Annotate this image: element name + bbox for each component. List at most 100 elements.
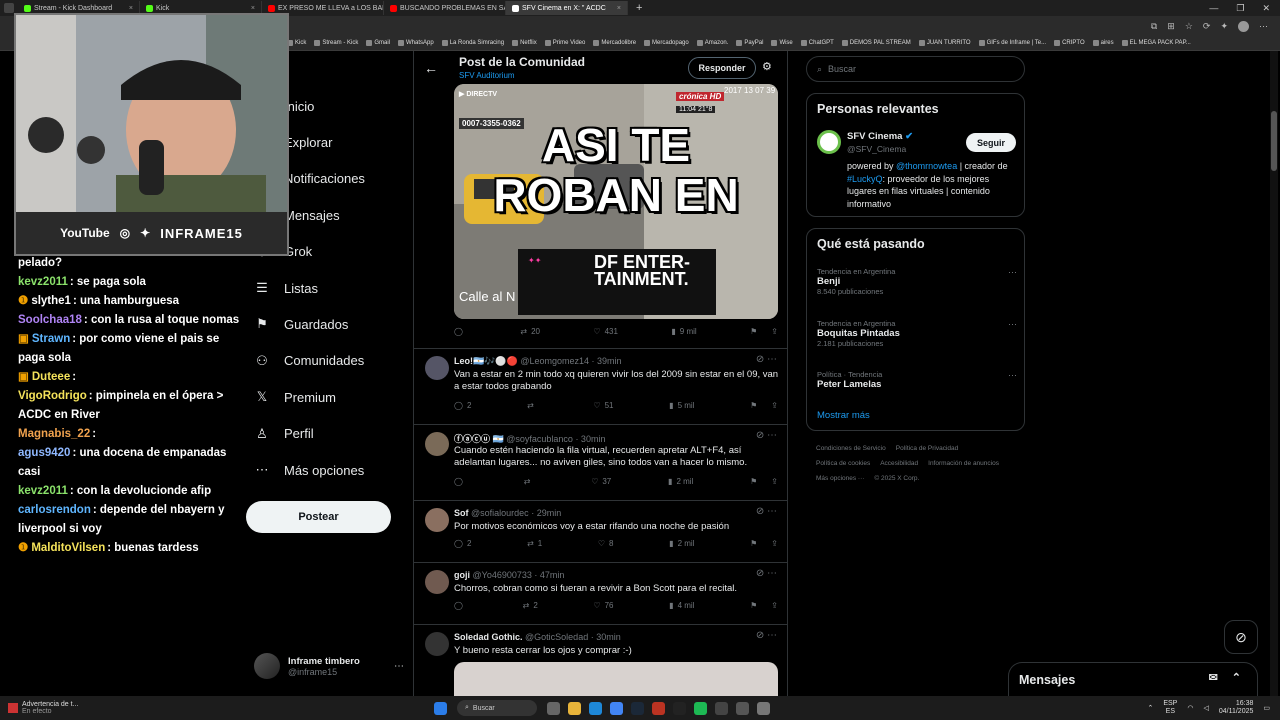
reply-action[interactable]: ◯ xyxy=(454,327,467,336)
reply-handle[interactable]: @Leomgomez14 xyxy=(520,356,589,366)
messages-drawer[interactable]: Mensajes ✉ ⌃ xyxy=(1008,662,1258,696)
task-view-icon[interactable] xyxy=(547,701,560,715)
bookmark-icon[interactable]: ⚑ xyxy=(750,401,757,410)
maximize-icon[interactable]: ❐ xyxy=(1236,3,1244,14)
post-button[interactable]: Postear xyxy=(246,501,391,533)
explorer-icon[interactable] xyxy=(568,701,581,715)
steam-icon[interactable] xyxy=(631,701,644,715)
bookmark-icon[interactable]: ⚑ xyxy=(750,477,757,486)
chat-username[interactable]: slythe1 xyxy=(31,295,71,307)
browser-tab[interactable]: BUSCANDO PROBLEMAS EN SAN× xyxy=(384,1,506,15)
bookmark-item[interactable]: Prime Video xyxy=(541,40,590,46)
edge-icon[interactable] xyxy=(589,701,602,715)
close-tab-icon[interactable]: × xyxy=(129,5,133,12)
bookmark-item[interactable]: Gmail xyxy=(362,40,394,46)
comment-action[interactable]: ◯ xyxy=(454,601,467,610)
reply-time[interactable]: · 30min xyxy=(591,632,621,642)
volume-icon[interactable]: ◁ xyxy=(1203,704,1208,712)
taskbar-notification[interactable]: Advertencia de t... En efecto xyxy=(0,701,430,715)
share-icon[interactable]: ⇪ xyxy=(771,327,778,336)
chat-username[interactable]: carlosrendon xyxy=(18,504,91,516)
more-icon[interactable]: ⊘ ⋯ xyxy=(756,568,777,579)
obs-icon[interactable] xyxy=(736,701,749,715)
bookmark-item[interactable]: WhatsApp xyxy=(394,40,438,46)
bookmark-item[interactable]: Stream - Kick xyxy=(310,40,362,46)
reply-handle[interactable]: @soyfacublanco xyxy=(506,434,573,444)
bookmark-item[interactable]: aires xyxy=(1089,40,1118,46)
reply-post[interactable]: Sof @sofialourdec · 29min ⊘ ⋯ Por motivos … xyxy=(414,500,787,562)
repost-action[interactable]: ⇄ xyxy=(527,401,538,410)
close-tab-icon[interactable]: × xyxy=(251,5,255,12)
nav-item-listas[interactable]: ☰ Listas xyxy=(254,280,318,296)
more-icon[interactable]: ⊘ ⋯ xyxy=(756,430,777,441)
chart-action[interactable]: ▮ 2 mil xyxy=(668,477,693,486)
star-icon[interactable]: ☆ xyxy=(1185,21,1193,32)
bookmark-item[interactable]: La Ronda Simracing xyxy=(438,40,508,46)
more-icon[interactable]: ⋯ xyxy=(1008,267,1017,278)
bookmark-item[interactable]: EL MEGA PACK PAP... xyxy=(1118,40,1195,46)
reply-author[interactable]: goji xyxy=(454,570,470,580)
share-icon[interactable]: ⇪ xyxy=(771,477,778,486)
more-icon[interactable]: ⊘ ⋯ xyxy=(756,354,777,365)
settings-icon[interactable] xyxy=(757,701,770,715)
compose-message-icon[interactable]: ✉ xyxy=(1209,671,1218,684)
bookmark-item[interactable]: Wise xyxy=(767,40,796,46)
repost-action[interactable]: ⇄ xyxy=(524,477,535,486)
bookmark-icon[interactable]: ⚑ xyxy=(750,327,757,336)
trend-item[interactable]: Política · Tendencia Peter Lamelas ⋯ xyxy=(817,370,1017,390)
chat-username[interactable]: VigoRodrigo xyxy=(18,390,87,402)
more-icon[interactable]: ⋯ xyxy=(1008,370,1017,381)
share-icon[interactable]: ⇪ xyxy=(771,401,778,410)
more-icon[interactable]: ⋯ xyxy=(1008,319,1017,330)
nav-item-comunidades[interactable]: ⚇ Comunidades xyxy=(254,353,364,369)
puzzle-icon[interactable]: ✦ xyxy=(1220,21,1228,32)
show-more-link[interactable]: Mostrar más xyxy=(817,410,870,421)
bookmark-item[interactable]: GIFs de Inframe | Te... xyxy=(975,40,1050,46)
chart-action[interactable]: ▮ 5 mil xyxy=(669,401,694,410)
windows-start-icon[interactable] xyxy=(434,701,447,715)
reply-time[interactable]: · 39min xyxy=(592,356,622,366)
bookmark-item[interactable]: Mercadopago xyxy=(640,40,693,46)
heart-action[interactable]: ♡ 37 xyxy=(591,477,611,486)
bookmark-item[interactable]: CRIPTO xyxy=(1050,40,1089,46)
reply-time[interactable]: · 29min xyxy=(531,508,561,518)
chart-action[interactable]: ▮ 4 mil xyxy=(669,601,694,610)
footer-link[interactable]: Condiciones de Servicio xyxy=(816,441,886,456)
language-indicator[interactable]: ESP ES xyxy=(1163,700,1177,716)
follow-button[interactable]: Seguir xyxy=(966,133,1016,152)
bookmark-item[interactable]: DEMOS PAL STREAM xyxy=(838,40,915,46)
footer-link[interactable]: Accesibilidad xyxy=(880,456,918,471)
more-icon[interactable]: ⋯ xyxy=(394,661,404,672)
page-scrollbar[interactable] xyxy=(1270,51,1278,696)
comment-action[interactable]: ◯ 2 xyxy=(454,539,471,548)
footer-link[interactable]: Más opciones ··· xyxy=(816,471,864,486)
bio-hashtag-link[interactable]: #LuckyQ xyxy=(847,174,883,184)
nav-item-perfil[interactable]: ♙ Perfil xyxy=(254,426,313,442)
taskbar-search[interactable]: ⌕ Buscar xyxy=(457,700,537,716)
reply-handle[interactable]: @GoticSoledad xyxy=(525,632,588,642)
avatar[interactable] xyxy=(425,356,449,380)
reply-post[interactable]: goji @Yo46900733 · 47min ⊘ ⋯ Chorros, cobr… xyxy=(414,562,787,624)
more-icon[interactable]: ⊘ ⋯ xyxy=(756,630,777,641)
reply-post[interactable]: Leo!🇦🇷🎶⚪🔴 @Leomgomez14 · 39min ⊘ ⋯ Van a e… xyxy=(414,348,787,424)
reply-author[interactable]: Sof xyxy=(454,508,469,518)
bookmark-icon[interactable]: ⚑ xyxy=(750,539,757,548)
reply-button[interactable]: Responder xyxy=(688,57,756,79)
notifications-icon[interactable]: ▭ xyxy=(1263,704,1270,712)
bookmark-item[interactable]: Mercadolibre xyxy=(589,40,640,46)
reply-time[interactable]: · 30min xyxy=(575,434,605,444)
reply-time[interactable]: · 47min xyxy=(534,570,564,580)
reply-author[interactable]: Leo!🇦🇷🎶⚪🔴 xyxy=(454,356,518,366)
avatar[interactable] xyxy=(425,508,449,532)
chart-action[interactable]: ▮ 2 mil xyxy=(669,539,694,548)
avatar[interactable] xyxy=(817,130,841,154)
footer-link[interactable]: Política de cookies xyxy=(816,456,870,471)
tab-strip-menu[interactable] xyxy=(4,3,14,13)
chat-username[interactable]: kevz2011 xyxy=(18,276,68,288)
footer-link[interactable]: Información de anuncios xyxy=(928,456,999,471)
reply-post[interactable]: Soledad Gothic. @GoticSoledad · 30min ⊘ ⋯… xyxy=(414,624,787,702)
views-action[interactable]: ▮ 9 mil xyxy=(671,327,696,336)
app-icon[interactable] xyxy=(715,701,728,715)
reply-handle[interactable]: @sofialourdec xyxy=(471,508,529,518)
chat-username[interactable]: Magnabis_22 xyxy=(18,428,90,440)
